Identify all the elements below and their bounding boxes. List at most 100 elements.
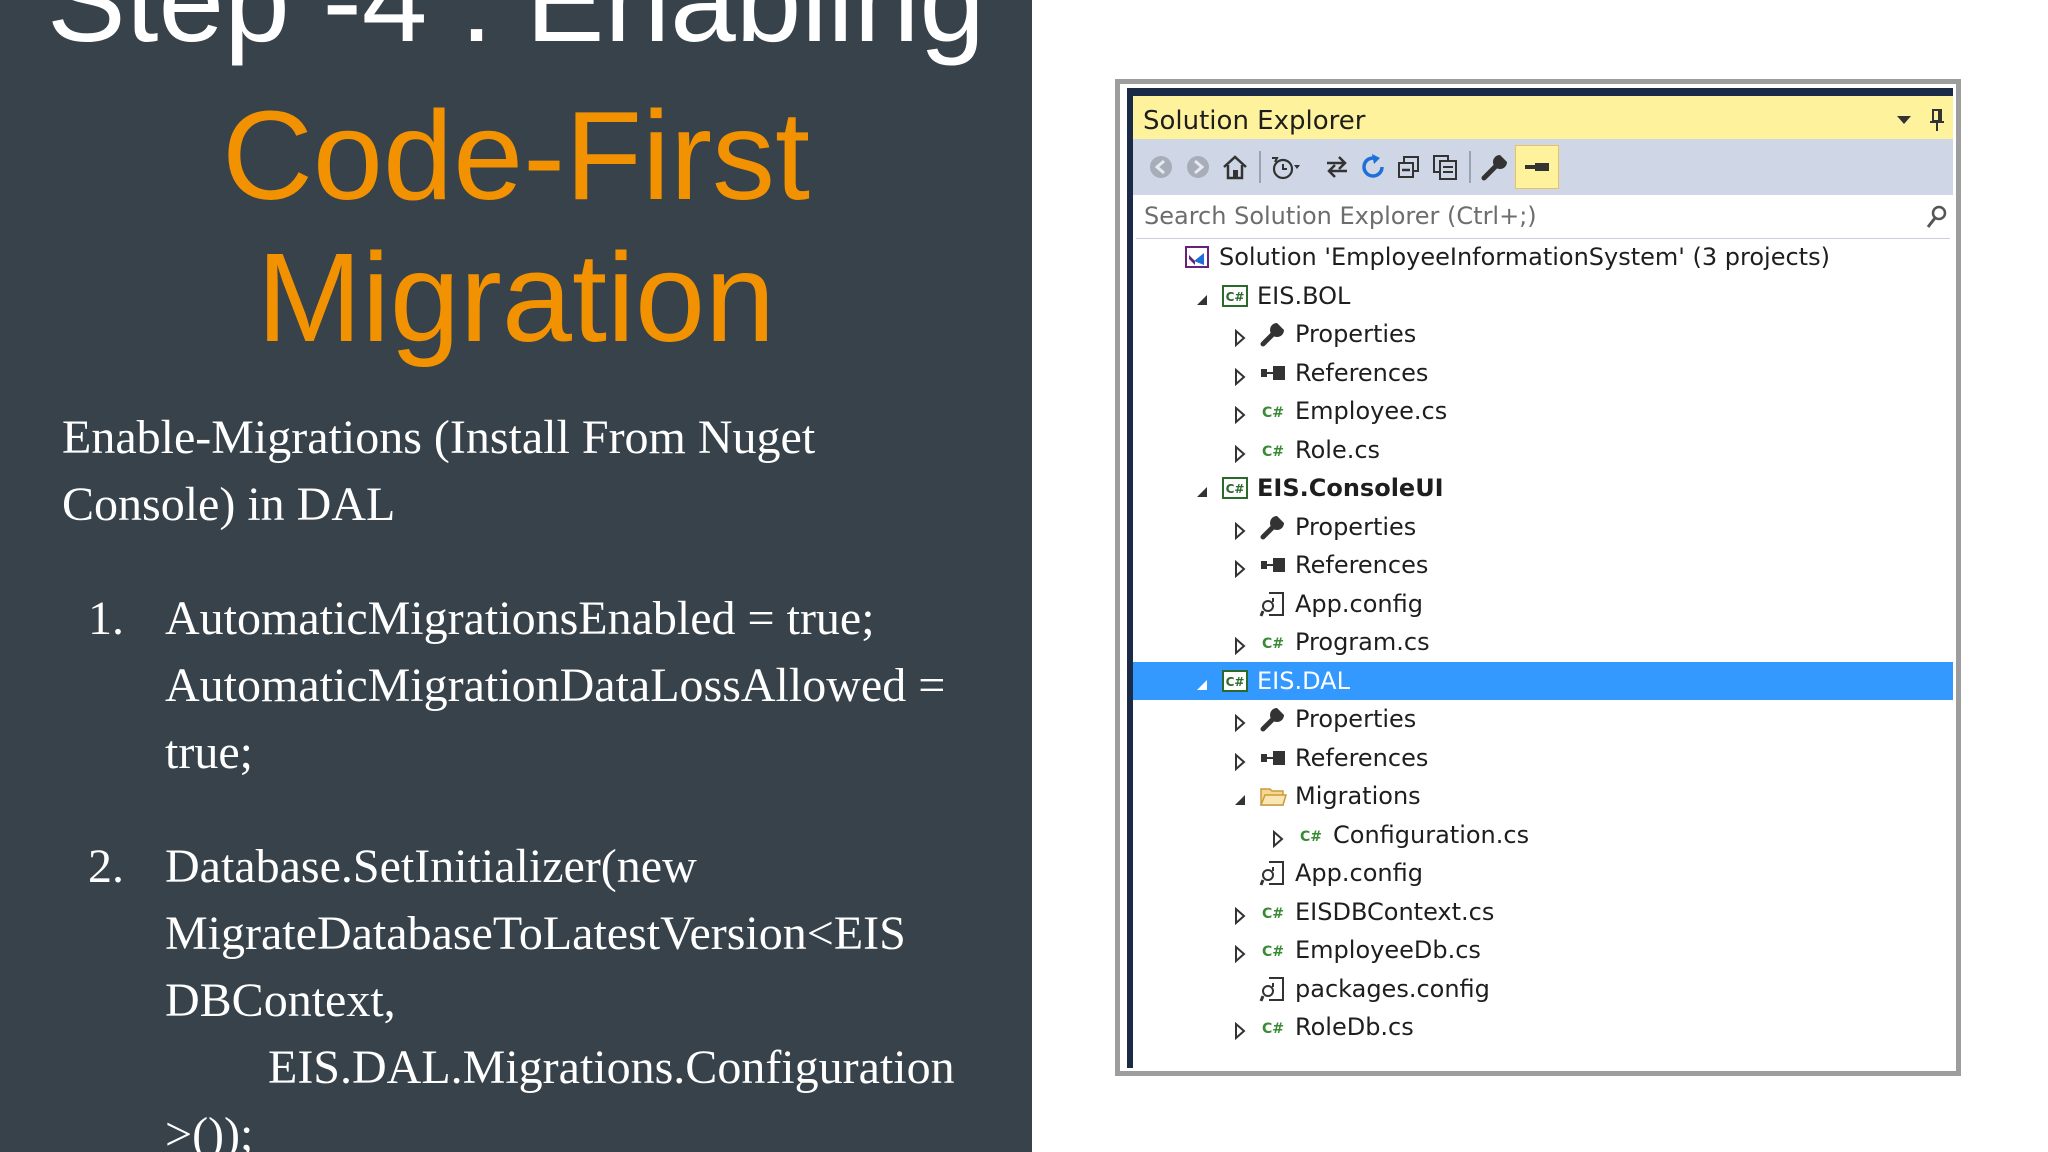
tree-item[interactable]: Properties [1133,700,1953,738]
tree-item-label: Solution 'EmployeeInformationSystem' (3 … [1219,243,1830,271]
references-icon [1259,359,1287,387]
solution-explorer-search-box[interactable] [1136,196,1950,239]
csharp-project-icon: C# [1221,282,1249,310]
collapsed-arrow-icon[interactable] [1231,1018,1249,1041]
expanded-arrow-icon[interactable] [1231,787,1249,805]
search-input[interactable] [1144,196,1904,236]
tree-item-label: Employee.cs [1295,397,1448,425]
tree-item[interactable]: C# EISDBContext.cs [1133,893,1953,931]
expanded-arrow-icon[interactable] [1193,479,1211,497]
tree-item[interactable]: App.config [1133,854,1953,892]
collapsed-arrow-icon[interactable] [1231,633,1249,656]
list-number-1: 1. [88,592,124,645]
expanded-arrow-icon[interactable] [1193,672,1211,690]
properties-wrench-icon[interactable] [1477,149,1513,185]
tree-item[interactable]: C# EIS.DAL [1133,661,1953,700]
list-item-2-line-3: DBContext, [165,974,396,1027]
window-position-dropdown-icon[interactable] [1897,116,1911,124]
collapsed-arrow-icon[interactable] [1231,402,1249,425]
list-item-1-line-2: AutomaticMigrationDataLossAllowed = [165,659,946,712]
show-all-files-icon[interactable] [1427,149,1463,185]
tree-item[interactable]: Properties [1133,315,1953,353]
csharp-file-icon: C# [1297,821,1325,849]
collapsed-arrow-icon[interactable] [1231,941,1249,964]
intro-text-line-1: Enable-Migrations (Install From Nuget [62,411,816,464]
pending-changes-filter-icon[interactable] [1267,149,1303,185]
tree-item-label: Role.cs [1295,435,1381,464]
collapsed-arrow-icon[interactable] [1269,826,1287,848]
tree-item-label: Properties [1295,705,1417,733]
tree-item[interactable]: Solution 'EmployeeInformationSystem' (3 … [1133,238,1953,276]
tree-item-label: EIS.ConsoleUI [1257,474,1444,502]
pin-icon[interactable] [1929,108,1945,132]
collapsed-arrow-icon[interactable] [1231,325,1249,348]
slide-title-line-3: Migration [256,227,776,368]
solution-explorer-title: Solution Explorer [1143,106,1366,136]
svg-text:C#: C# [1226,675,1245,689]
collapsed-arrow-icon[interactable] [1231,556,1249,579]
tree-item-label: packages.config [1295,974,1490,1003]
csharp-file-icon: C# [1259,936,1287,964]
tree-item-label: Properties [1295,512,1417,541]
tree-item[interactable]: C# RoleDb.cs [1133,1008,1953,1046]
tree-item[interactable]: References [1133,354,1953,392]
collapsed-arrow-icon[interactable] [1231,441,1249,463]
expanded-arrow-icon[interactable] [1193,287,1211,305]
list-item-1-line-3: true; [165,726,253,779]
wrench-icon [1259,705,1287,733]
tree-item-label: EISDBContext.cs [1295,897,1495,926]
search-icon[interactable] [1926,204,1948,230]
tree-item-label: Program.cs [1295,628,1430,656]
csharp-file-icon: C# [1259,397,1287,425]
tree-item[interactable]: C# Configuration.cs [1133,816,1953,854]
list-item-1-line-1: AutomaticMigrationsEnabled = true; [165,592,875,645]
intro-text-line-2: Console) in DAL [62,478,396,531]
tree-item-label: App.config [1295,589,1423,618]
tree-item[interactable]: C# Employee.cs [1133,392,1953,430]
collapsed-arrow-icon[interactable] [1231,749,1249,771]
tree-item[interactable]: C# Role.cs [1133,431,1953,469]
preview-selected-items-icon[interactable] [1515,145,1559,189]
csharp-file-icon: C# [1259,898,1287,926]
solution-explorer-window: Solution Explorer Search Solution Explor… [1115,79,1961,1076]
csharp-project-icon: C# [1221,667,1249,695]
config-file-icon [1259,590,1287,618]
tree-item[interactable]: C# EIS.ConsoleUI [1133,469,1953,507]
list-item-2-line-5: >()); [165,1108,254,1152]
collapsed-arrow-icon[interactable] [1231,364,1249,386]
solution-explorer-title-bar[interactable]: Solution Explorer [1133,96,1953,139]
collapsed-arrow-icon[interactable] [1231,518,1249,540]
collapsed-arrow-icon[interactable] [1231,710,1249,733]
tree-item[interactable]: C# EIS.BOL [1133,277,1953,315]
references-icon [1259,744,1287,772]
tree-item-label: EmployeeDb.cs [1295,936,1481,964]
tree-item[interactable]: App.config [1133,585,1953,623]
solution-explorer-body: Solution Explorer Search Solution Explor… [1127,88,1953,1068]
sync-with-active-document-icon[interactable] [1319,149,1355,185]
tree-item[interactable]: packages.config [1133,970,1953,1008]
refresh-icon[interactable] [1355,149,1391,185]
svg-text:C#: C# [1262,444,1284,460]
tree-item-label: Configuration.cs [1333,820,1530,849]
slide-title-line-2: Code-First [221,85,811,226]
tree-item[interactable]: C# EmployeeDb.cs [1133,931,1953,969]
tree-item[interactable]: Migrations [1133,777,1953,815]
slide-title-line-1: Step -4 : Enabling [46,0,986,67]
back-icon[interactable] [1143,149,1179,185]
collapsed-arrow-icon[interactable] [1231,903,1249,925]
svg-text:C#: C# [1226,482,1245,496]
home-icon[interactable] [1217,149,1253,185]
tree-item[interactable]: References [1133,546,1953,584]
svg-text:C#: C# [1262,906,1284,922]
forward-icon[interactable] [1180,149,1216,185]
svg-text:C#: C# [1262,636,1284,652]
wrench-icon [1259,513,1287,541]
wrench-icon [1259,320,1287,348]
tree-item[interactable]: Properties [1133,508,1953,546]
tree-item-label: RoleDb.cs [1295,1013,1414,1041]
list-number-2: 2. [88,840,124,893]
svg-text:C#: C# [1262,405,1284,421]
collapse-all-icon[interactable] [1391,149,1427,185]
tree-item[interactable]: C# Program.cs [1133,623,1953,661]
tree-item[interactable]: References [1133,739,1953,777]
